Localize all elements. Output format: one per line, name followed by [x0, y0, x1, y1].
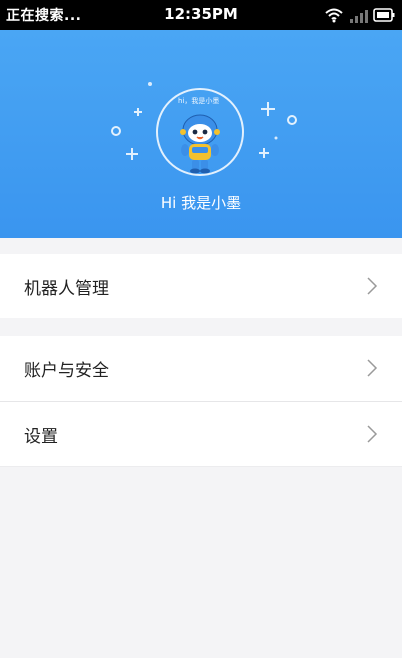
status-icons — [324, 5, 396, 25]
menu-group-account: 账户与安全 设置 — [0, 336, 402, 466]
chevron-right-icon — [367, 359, 378, 377]
menu-item-settings[interactable]: 设置 — [0, 402, 402, 467]
menu-group-robot: 机器人管理 — [0, 254, 402, 318]
plus-icon — [259, 148, 269, 158]
chevron-right-icon — [367, 277, 378, 295]
greeting-text: Hi 我是小墨 — [160, 194, 242, 212]
dot-icon — [274, 136, 278, 140]
chevron-right-icon — [367, 425, 378, 443]
menu-item-label: 账户与安全 — [24, 361, 109, 381]
status-bar: 正在搜索... 12:35PM — [0, 0, 402, 30]
circle-icon — [287, 115, 297, 125]
avatar-caption: hi，我是小墨 — [178, 97, 220, 105]
wifi-icon — [325, 8, 343, 20]
menu-item-robot-management[interactable]: 机器人管理 — [0, 254, 402, 318]
robot-mascot-icon — [180, 114, 220, 174]
circle-icon — [111, 126, 121, 136]
dot-icon — [148, 82, 152, 86]
wifi-dot — [332, 19, 336, 23]
divider — [0, 466, 402, 467]
profile-header: hi，我是小墨 Hi 我是小墨 — [0, 30, 402, 238]
plus-icon — [261, 102, 275, 116]
plus-icon — [126, 148, 138, 160]
menu-item-label: 机器人管理 — [24, 279, 109, 299]
menu-item-account-security[interactable]: 账户与安全 — [0, 336, 402, 402]
menu-item-label: 设置 — [24, 427, 58, 447]
signal-icon — [350, 10, 368, 23]
plus-icon — [134, 108, 142, 116]
battery-icon — [373, 8, 395, 22]
